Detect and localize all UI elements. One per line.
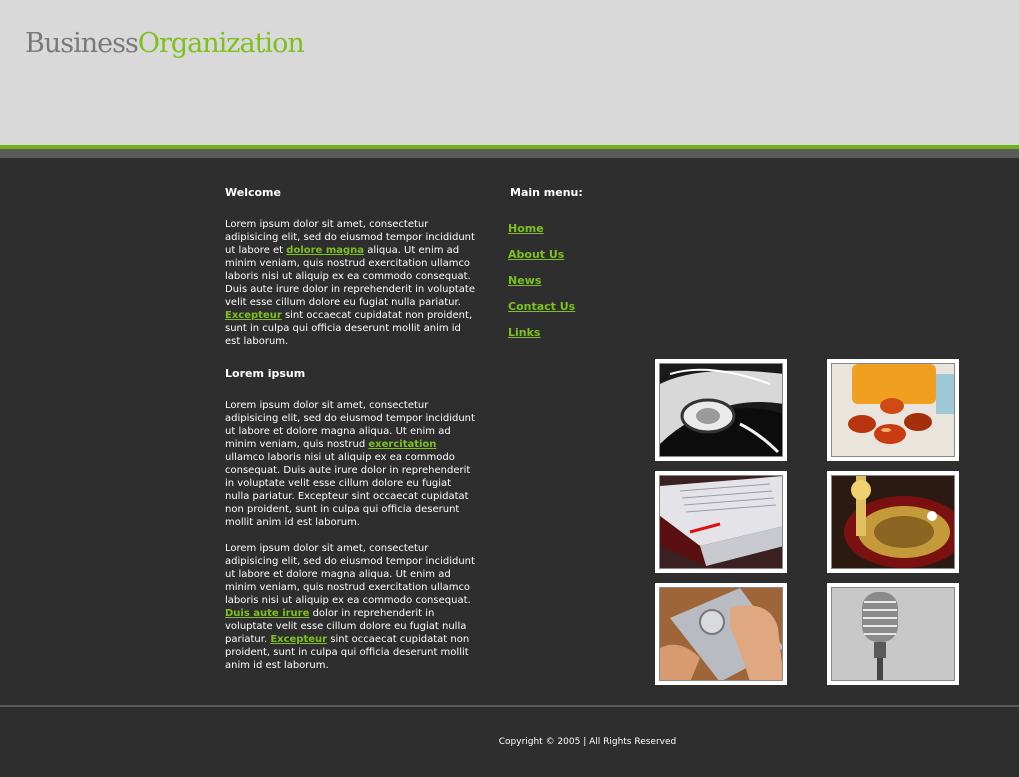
gallery-thumb-pills[interactable] xyxy=(827,359,959,461)
phone-photo xyxy=(659,587,783,681)
link-excepteur-2[interactable]: Excepteur xyxy=(270,634,327,645)
menu-item-about-us: About Us xyxy=(508,248,583,274)
logo-part-organization: Organization xyxy=(137,28,305,59)
menu-link-contact-us[interactable]: Contact Us xyxy=(508,300,575,313)
site-logo[interactable]: BusinessOrganization xyxy=(25,28,305,59)
menu-link-links[interactable]: Links xyxy=(508,326,540,339)
main-menu-list: Home About Us News Contact Us Links xyxy=(508,222,583,352)
link-dolore-magna[interactable]: dolore magna xyxy=(286,245,364,256)
menu-item-links: Links xyxy=(508,326,583,352)
gallery-thumb-book[interactable] xyxy=(655,471,787,573)
gallery-thumb-microphone[interactable] xyxy=(827,583,959,685)
roulette-photo xyxy=(831,475,955,569)
lorem-text-3: Lorem ipsum dolor sit amet, consectetur … xyxy=(225,543,475,606)
lorem-heading: Lorem ipsum xyxy=(225,367,306,380)
logo-part-business: Business xyxy=(25,28,139,59)
book-photo xyxy=(659,475,783,569)
main-menu-title: Main menu: xyxy=(510,186,583,199)
link-exercitation[interactable]: exercitation xyxy=(368,439,436,450)
car-photo xyxy=(659,363,783,457)
menu-link-news[interactable]: News xyxy=(508,274,541,287)
main-content: Welcome Lorem ipsum dolor sit amet, cons… xyxy=(225,186,477,672)
main-menu: Main menu: Home About Us News Contact Us… xyxy=(508,186,583,352)
menu-link-about-us[interactable]: About Us xyxy=(508,248,564,261)
footer: Copyright © 2005 | All Rights Reserved xyxy=(0,737,1019,747)
header: BusinessOrganization xyxy=(0,0,1019,145)
link-excepteur-1[interactable]: Excepteur xyxy=(225,310,282,321)
lorem-paragraph-1: Lorem ipsum dolor sit amet, consectetur … xyxy=(225,399,477,529)
menu-item-contact-us: Contact Us xyxy=(508,300,583,326)
menu-item-news: News xyxy=(508,274,583,300)
welcome-heading: Welcome xyxy=(225,186,281,199)
header-divider-bar xyxy=(0,149,1019,158)
copyright-text: Copyright © 2005 | All Rights Reserved xyxy=(498,737,677,747)
gallery-thumb-roulette[interactable] xyxy=(827,471,959,573)
lorem-text-1: Lorem ipsum dolor sit amet, consectetur … xyxy=(225,400,475,450)
welcome-paragraph: Lorem ipsum dolor sit amet, consectetur … xyxy=(225,218,477,348)
pills-photo xyxy=(831,363,955,457)
link-duis-aute-irure[interactable]: Duis aute irure xyxy=(225,608,309,619)
menu-link-home[interactable]: Home xyxy=(508,222,544,235)
lorem-text-2: ullamco laboris nisi ut aliquip ex ea co… xyxy=(225,452,471,528)
microphone-photo xyxy=(831,587,955,681)
gallery-thumb-car[interactable] xyxy=(655,359,787,461)
gallery-thumb-phone[interactable] xyxy=(655,583,787,685)
menu-item-home: Home xyxy=(508,222,583,248)
lorem-paragraph-2: Lorem ipsum dolor sit amet, consectetur … xyxy=(225,542,477,672)
footer-divider xyxy=(0,705,1019,707)
